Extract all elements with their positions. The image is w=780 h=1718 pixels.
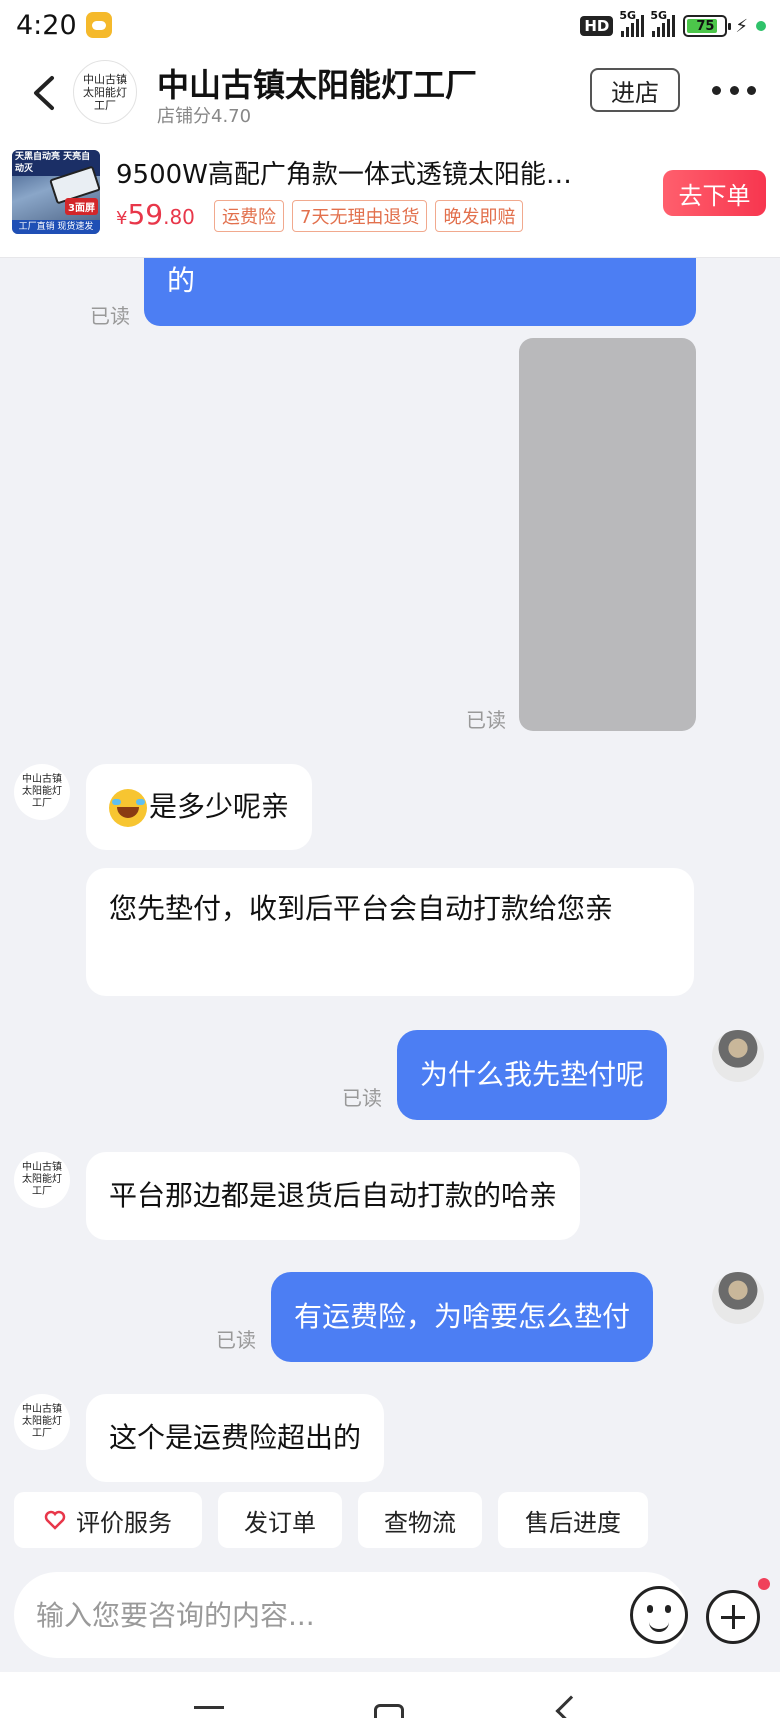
quick-action-label: 发订单 (244, 1508, 316, 1537)
signal-icon: 5G (650, 9, 676, 37)
message-incoming[interactable]: 这个是运费险超出的 (86, 1394, 385, 1482)
message-input-container (14, 1572, 688, 1658)
hd-icon: HD (580, 16, 614, 36)
menu-icon[interactable] (194, 1706, 224, 1709)
back-arrow-icon[interactable] (28, 74, 64, 112)
battery-icon: 75 (683, 15, 732, 37)
shop-name[interactable]: 中山古镇太阳能灯工厂 (157, 60, 477, 106)
status-dot-icon (756, 21, 766, 31)
place-order-button[interactable]: 去下单 (663, 170, 766, 216)
more-options-icon[interactable] (712, 86, 756, 98)
notification-app-icon (86, 12, 112, 38)
thumbnail-footer: 工厂直销 现货速发 (12, 220, 100, 234)
message-incoming[interactable]: 是多少呢亲 (86, 764, 313, 850)
product-thumbnail[interactable]: 天黑自动亮 天亮自动灭 3面屏 工厂直销 现货速发 (12, 150, 100, 234)
chat-messages[interactable]: 的 已读 已读 中山古镇太阳能灯工厂 是多少呢亲 您先垫付，收到后平台会自动打款… (0, 258, 780, 1488)
price-currency: ¥ (116, 208, 128, 229)
shop-avatar[interactable]: 中山古镇太阳能灯工厂 (73, 60, 137, 124)
product-title[interactable]: 9500W高配广角款一体式透镜太阳能… (116, 154, 606, 191)
message-incoming[interactable]: 您先垫付，收到后平台会自动打款给您亲 (86, 868, 694, 996)
shop-avatar-small[interactable]: 中山古镇太阳能灯工厂 (14, 1152, 70, 1208)
back-icon[interactable] (555, 1695, 587, 1718)
message-outgoing[interactable]: 的 (144, 258, 696, 326)
charging-icon: ⚡ (735, 15, 748, 37)
chat-header: 中山古镇太阳能灯工厂 中山古镇太阳能灯工厂 店铺分4.70 进店 (0, 52, 780, 134)
message-text: 有运费险，为啥要怎么垫付 (294, 1300, 631, 1333)
thumbnail-tag: 3面屏 (65, 198, 98, 215)
message-outgoing[interactable]: 为什么我先垫付呢 (397, 1030, 668, 1120)
message-text: 是多少呢亲 (149, 790, 290, 823)
product-price: ¥59.80 (116, 198, 195, 231)
quick-action-label: 售后进度 (525, 1508, 621, 1537)
product-card[interactable]: 天黑自动亮 天亮自动灭 3面屏 工厂直销 现货速发 9500W高配广角款一体式透… (0, 134, 780, 258)
send-order-button[interactable]: 发订单 (218, 1492, 342, 1548)
message-incoming[interactable]: 平台那边都是退货后自动打款的哈亲 (86, 1152, 581, 1240)
badge-shipping-insurance: 运费险 (214, 200, 284, 232)
track-logistics-button[interactable]: 查物流 (358, 1492, 482, 1548)
shop-avatar-small[interactable]: 中山古镇太阳能灯工厂 (14, 1394, 70, 1450)
quick-actions-bar: 评价服务 发订单 查物流 售后进度 (0, 1488, 780, 1554)
user-avatar[interactable] (712, 1272, 764, 1324)
read-receipt: 已读 (342, 1086, 382, 1110)
message-input[interactable] (36, 1572, 596, 1658)
user-avatar[interactable] (712, 1030, 764, 1082)
service-badges: 运费险 7天无理由退货 晚发即赔 (214, 200, 524, 232)
price-decimal: .80 (163, 205, 195, 229)
read-receipt: 已读 (90, 304, 130, 328)
message-text: 平台那边都是退货后自动打款的哈亲 (109, 1179, 558, 1212)
status-time: 4:20 (16, 10, 77, 41)
plus-icon[interactable] (706, 1590, 760, 1644)
home-icon[interactable] (374, 1704, 404, 1718)
message-text: 为什么我先垫付呢 (420, 1058, 645, 1091)
read-receipt: 已读 (216, 1328, 256, 1352)
shop-avatar-small[interactable]: 中山古镇太阳能灯工厂 (14, 764, 70, 820)
message-text: 这个是运费险超出的 (109, 1421, 362, 1454)
enter-shop-button[interactable]: 进店 (590, 68, 680, 112)
laughing-tears-emoji-icon (109, 789, 147, 827)
message-outgoing[interactable]: 有运费险，为啥要怎么垫付 (271, 1272, 654, 1362)
signal-icon: 5G (619, 9, 645, 37)
battery-level: 75 (696, 18, 715, 34)
emoji-icon[interactable] (630, 1586, 688, 1644)
badge-7-day-return: 7天无理由退货 (292, 200, 428, 232)
system-navigation-bar (0, 1672, 780, 1718)
rate-service-button[interactable]: 评价服务 (14, 1492, 202, 1548)
badge-late-delivery-compensation: 晚发即赔 (435, 200, 524, 232)
read-receipt: 已读 (466, 708, 506, 732)
status-bar: 4:20 HD 5G 5G 75 ⚡ (0, 0, 780, 52)
shop-score: 店铺分4.70 (157, 106, 252, 127)
heart-icon (44, 1510, 66, 1530)
message-input-row (0, 1554, 780, 1672)
notification-dot (758, 1578, 770, 1590)
after-sales-progress-button[interactable]: 售后进度 (498, 1492, 648, 1548)
status-indicators: HD 5G 5G 75 ⚡ (580, 9, 766, 40)
message-text: 的 (167, 264, 196, 297)
quick-action-label: 评价服务 (76, 1508, 172, 1537)
price-integer: 59 (127, 198, 164, 231)
image-message[interactable] (519, 338, 696, 731)
message-text: 您先垫付，收到后平台会自动打款给您亲 (109, 892, 614, 925)
quick-action-label: 查物流 (384, 1508, 456, 1537)
